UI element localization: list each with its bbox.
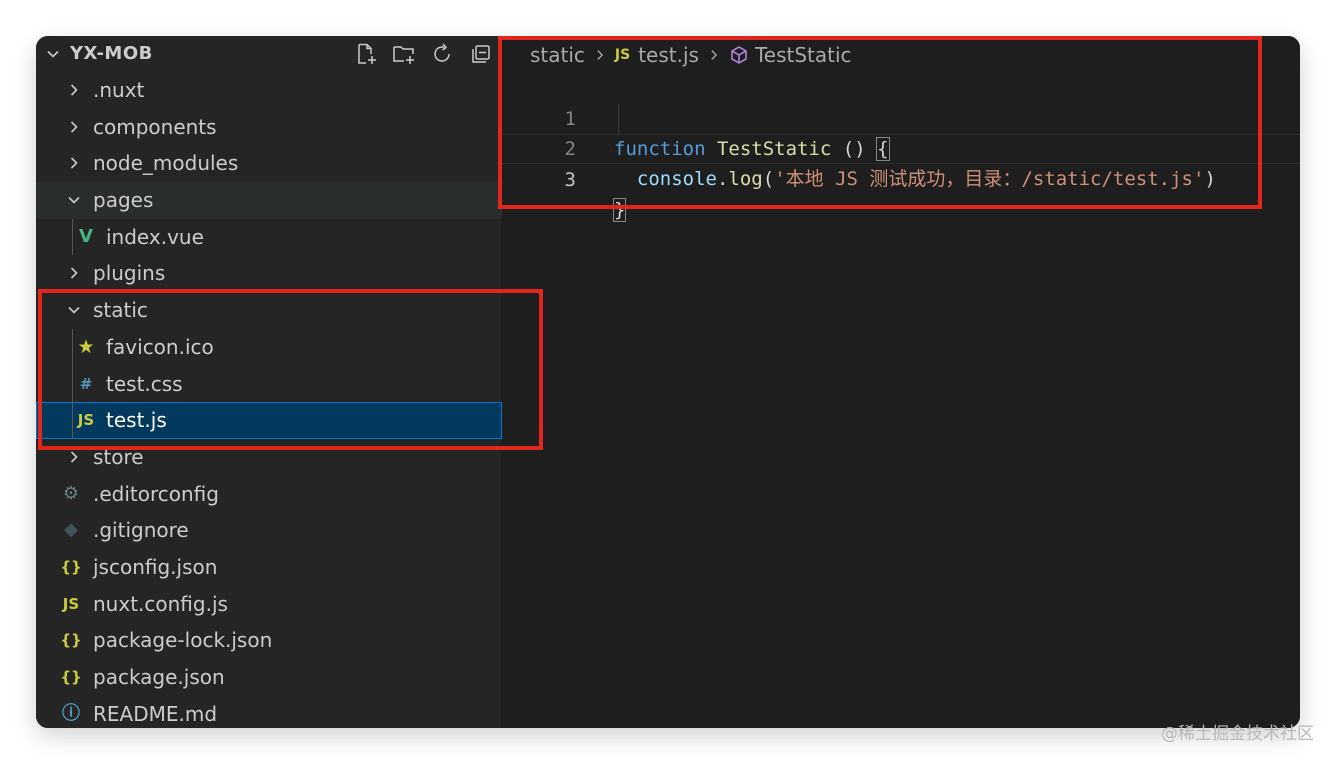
- gear-icon: ⚙: [62, 482, 80, 504]
- tree-folder-node-modules[interactable]: node_modules: [36, 145, 502, 182]
- tree-item-label: components: [93, 114, 217, 139]
- js-icon: JS: [62, 594, 80, 613]
- tree-item-label: README.md: [93, 701, 218, 726]
- tree-item-label: package-lock.json: [93, 628, 273, 653]
- json-icon: {}: [60, 557, 82, 576]
- tree-item-label: index.vue: [106, 224, 204, 249]
- new-file-icon[interactable]: [354, 42, 378, 66]
- chevron-right-icon[interactable]: [66, 265, 82, 281]
- tree-item-label: node_modules: [93, 151, 239, 176]
- annotation-box-static-folder: [38, 289, 543, 450]
- collapse-all-icon[interactable]: [468, 42, 492, 66]
- indent-guide: [72, 218, 73, 256]
- tree-item-label: package.json: [93, 665, 225, 689]
- tree-file-package-json[interactable]: {} package.json: [36, 659, 502, 696]
- json-icon: {}: [60, 631, 82, 650]
- tree-folder-nuxt[interactable]: .nuxt: [36, 72, 502, 109]
- tree-file-package-lock-json[interactable]: {} package-lock.json: [36, 622, 502, 659]
- refresh-icon[interactable]: [430, 42, 454, 66]
- git-icon: ◆: [64, 519, 78, 541]
- info-icon: ⓘ: [62, 702, 80, 724]
- chevron-right-icon[interactable]: [66, 449, 82, 465]
- explorer-actions: [354, 42, 492, 66]
- tree-file-editorconfig[interactable]: ⚙ .editorconfig: [36, 476, 502, 513]
- explorer-header[interactable]: YX-MOB: [36, 36, 502, 72]
- annotation-box-code: [498, 36, 1262, 209]
- tree-file-nuxt-config-js[interactable]: JS nuxt.config.js: [36, 586, 502, 623]
- tree-item-label: .editorconfig: [93, 481, 219, 506]
- tree-file-readme-md[interactable]: ⓘ README.md: [36, 696, 502, 728]
- tree-item-label: .nuxt: [93, 78, 145, 102]
- json-icon: {}: [60, 668, 82, 686]
- tree-item-label: nuxt.config.js: [93, 591, 228, 616]
- tree-file-gitignore[interactable]: ◆ .gitignore: [36, 512, 502, 549]
- new-folder-icon[interactable]: [392, 42, 416, 66]
- tree-folder-pages[interactable]: pages: [36, 182, 502, 219]
- vue-icon: V: [79, 225, 93, 247]
- chevron-down-icon[interactable]: [66, 192, 82, 208]
- tree-item-label: jsconfig.json: [93, 554, 218, 579]
- tree-item-label: plugins: [93, 261, 166, 286]
- chevron-right-icon[interactable]: [66, 82, 82, 98]
- tree-item-label: pages: [93, 188, 154, 213]
- tree-folder-components[interactable]: components: [36, 109, 502, 146]
- chevron-right-icon[interactable]: [66, 119, 82, 135]
- watermark: @稀土掘金技术社区: [1161, 724, 1314, 744]
- workspace-title: YX-MOB: [70, 43, 153, 64]
- chevron-right-icon[interactable]: [66, 155, 82, 171]
- tree-file-jsconfig-json[interactable]: {} jsconfig.json: [36, 549, 502, 586]
- tree-file-index-vue[interactable]: Vindex.vue: [36, 219, 502, 256]
- tree-folder-plugins[interactable]: plugins: [36, 255, 502, 292]
- tree-item-label: .gitignore: [93, 518, 189, 543]
- chevron-down-icon[interactable]: [45, 46, 61, 62]
